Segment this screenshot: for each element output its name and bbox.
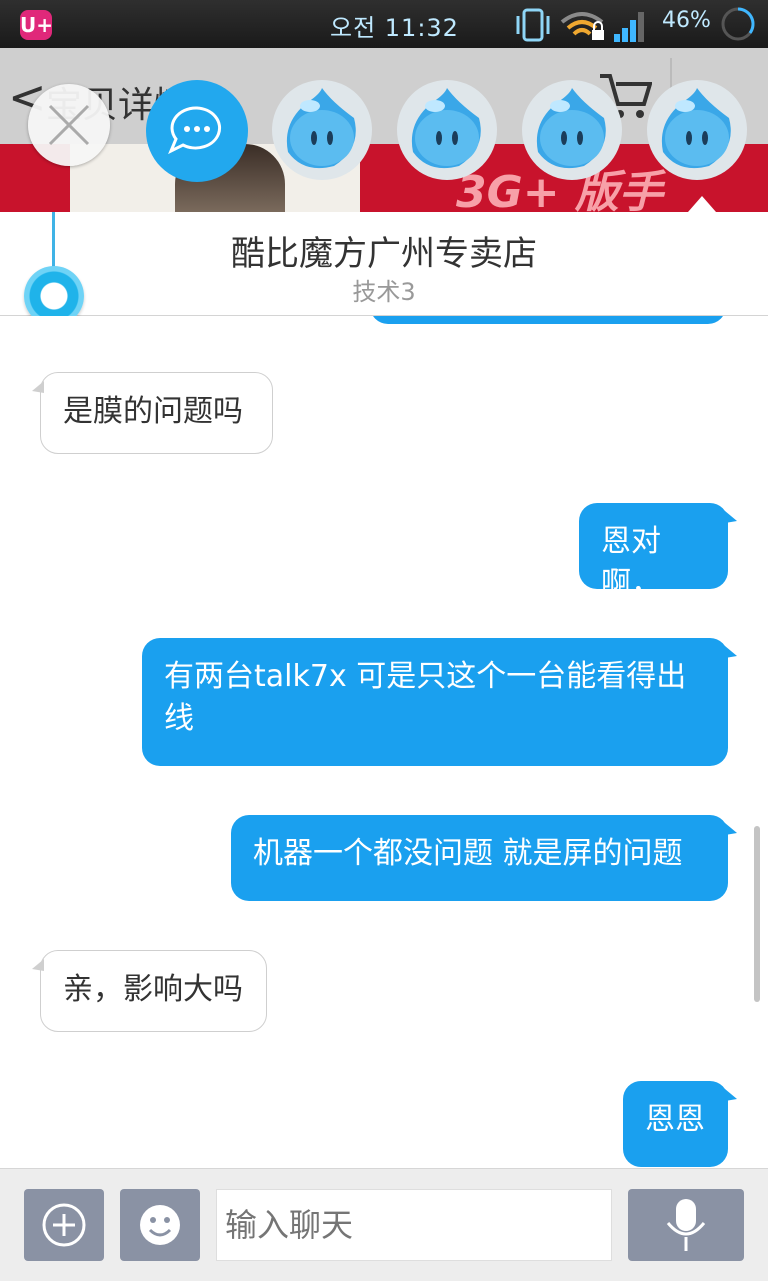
close-button[interactable]: [28, 84, 110, 166]
plus-circle-icon: [42, 1203, 86, 1247]
agent-name: 技术3: [352, 278, 416, 306]
chat-messages[interactable]: 是膜的问题吗 恩对啊， 有两台talk7x 可是只这个一台能看得出线 机器一个都…: [0, 316, 768, 1168]
chat-input[interactable]: [216, 1189, 612, 1261]
message-bubble-outgoing: 恩恩: [623, 1081, 737, 1167]
message-text: 恩对啊，: [601, 524, 661, 601]
shop-name: 酷比魔方广州专卖店: [231, 234, 537, 274]
battery-percentage: 46%: [662, 8, 711, 33]
smiley-icon: [140, 1205, 180, 1245]
status-time: 오전 11:32: [330, 14, 459, 42]
voice-button[interactable]: [628, 1189, 744, 1261]
message-text: 是膜的问题吗: [63, 394, 243, 429]
drag-tether: [52, 212, 55, 270]
aliwangwang-mascot-icon[interactable]: [270, 78, 374, 182]
microphone-icon: [666, 1199, 706, 1251]
aliwangwang-mascot-icon[interactable]: [520, 78, 624, 182]
close-icon: [48, 104, 90, 146]
message-text: 机器一个都没问题 就是屏的问题: [253, 836, 683, 871]
message-bubble-outgoing: 恩对啊，: [579, 503, 737, 601]
add-button[interactable]: [24, 1189, 104, 1261]
wifi-icon: [560, 12, 604, 40]
aliwangwang-mascot-icon[interactable]: [645, 78, 749, 182]
message-bubble-outgoing: 机器一个都没问题 就是屏的问题: [231, 815, 737, 901]
status-bar: U+ 오전 11:32 46%: [0, 0, 768, 48]
message-bubble-incoming: 亲，影响大吗: [32, 950, 267, 1032]
message-text: 亲，影响大吗: [63, 972, 243, 1007]
status-icons: [516, 8, 644, 42]
header-pointer: [688, 196, 716, 212]
emoji-button[interactable]: [120, 1189, 200, 1261]
carrier-logo: U+: [20, 10, 53, 40]
aliwangwang-mascot-icon[interactable]: [395, 78, 499, 182]
chat-bubble-icon: [168, 106, 222, 155]
message-bubble-partial: [370, 316, 726, 324]
chat-header: 酷比魔方广州专卖店 技术3: [0, 212, 768, 316]
chat-button[interactable]: [146, 80, 248, 182]
message-bubble-incoming: 是膜的问题吗: [32, 372, 273, 454]
message-bubble-outgoing: 有两台talk7x 可是只这个一台能看得出线: [142, 638, 737, 766]
chat-scrollbar[interactable]: [754, 826, 760, 1002]
input-bar: [0, 1168, 768, 1281]
vibrate-icon: [516, 8, 550, 42]
message-text: 有两台talk7x 可是只这个一台能看得出线: [164, 659, 687, 736]
battery-icon: [721, 7, 755, 41]
signal-icon: [614, 12, 644, 42]
message-text: 恩恩: [645, 1102, 705, 1137]
